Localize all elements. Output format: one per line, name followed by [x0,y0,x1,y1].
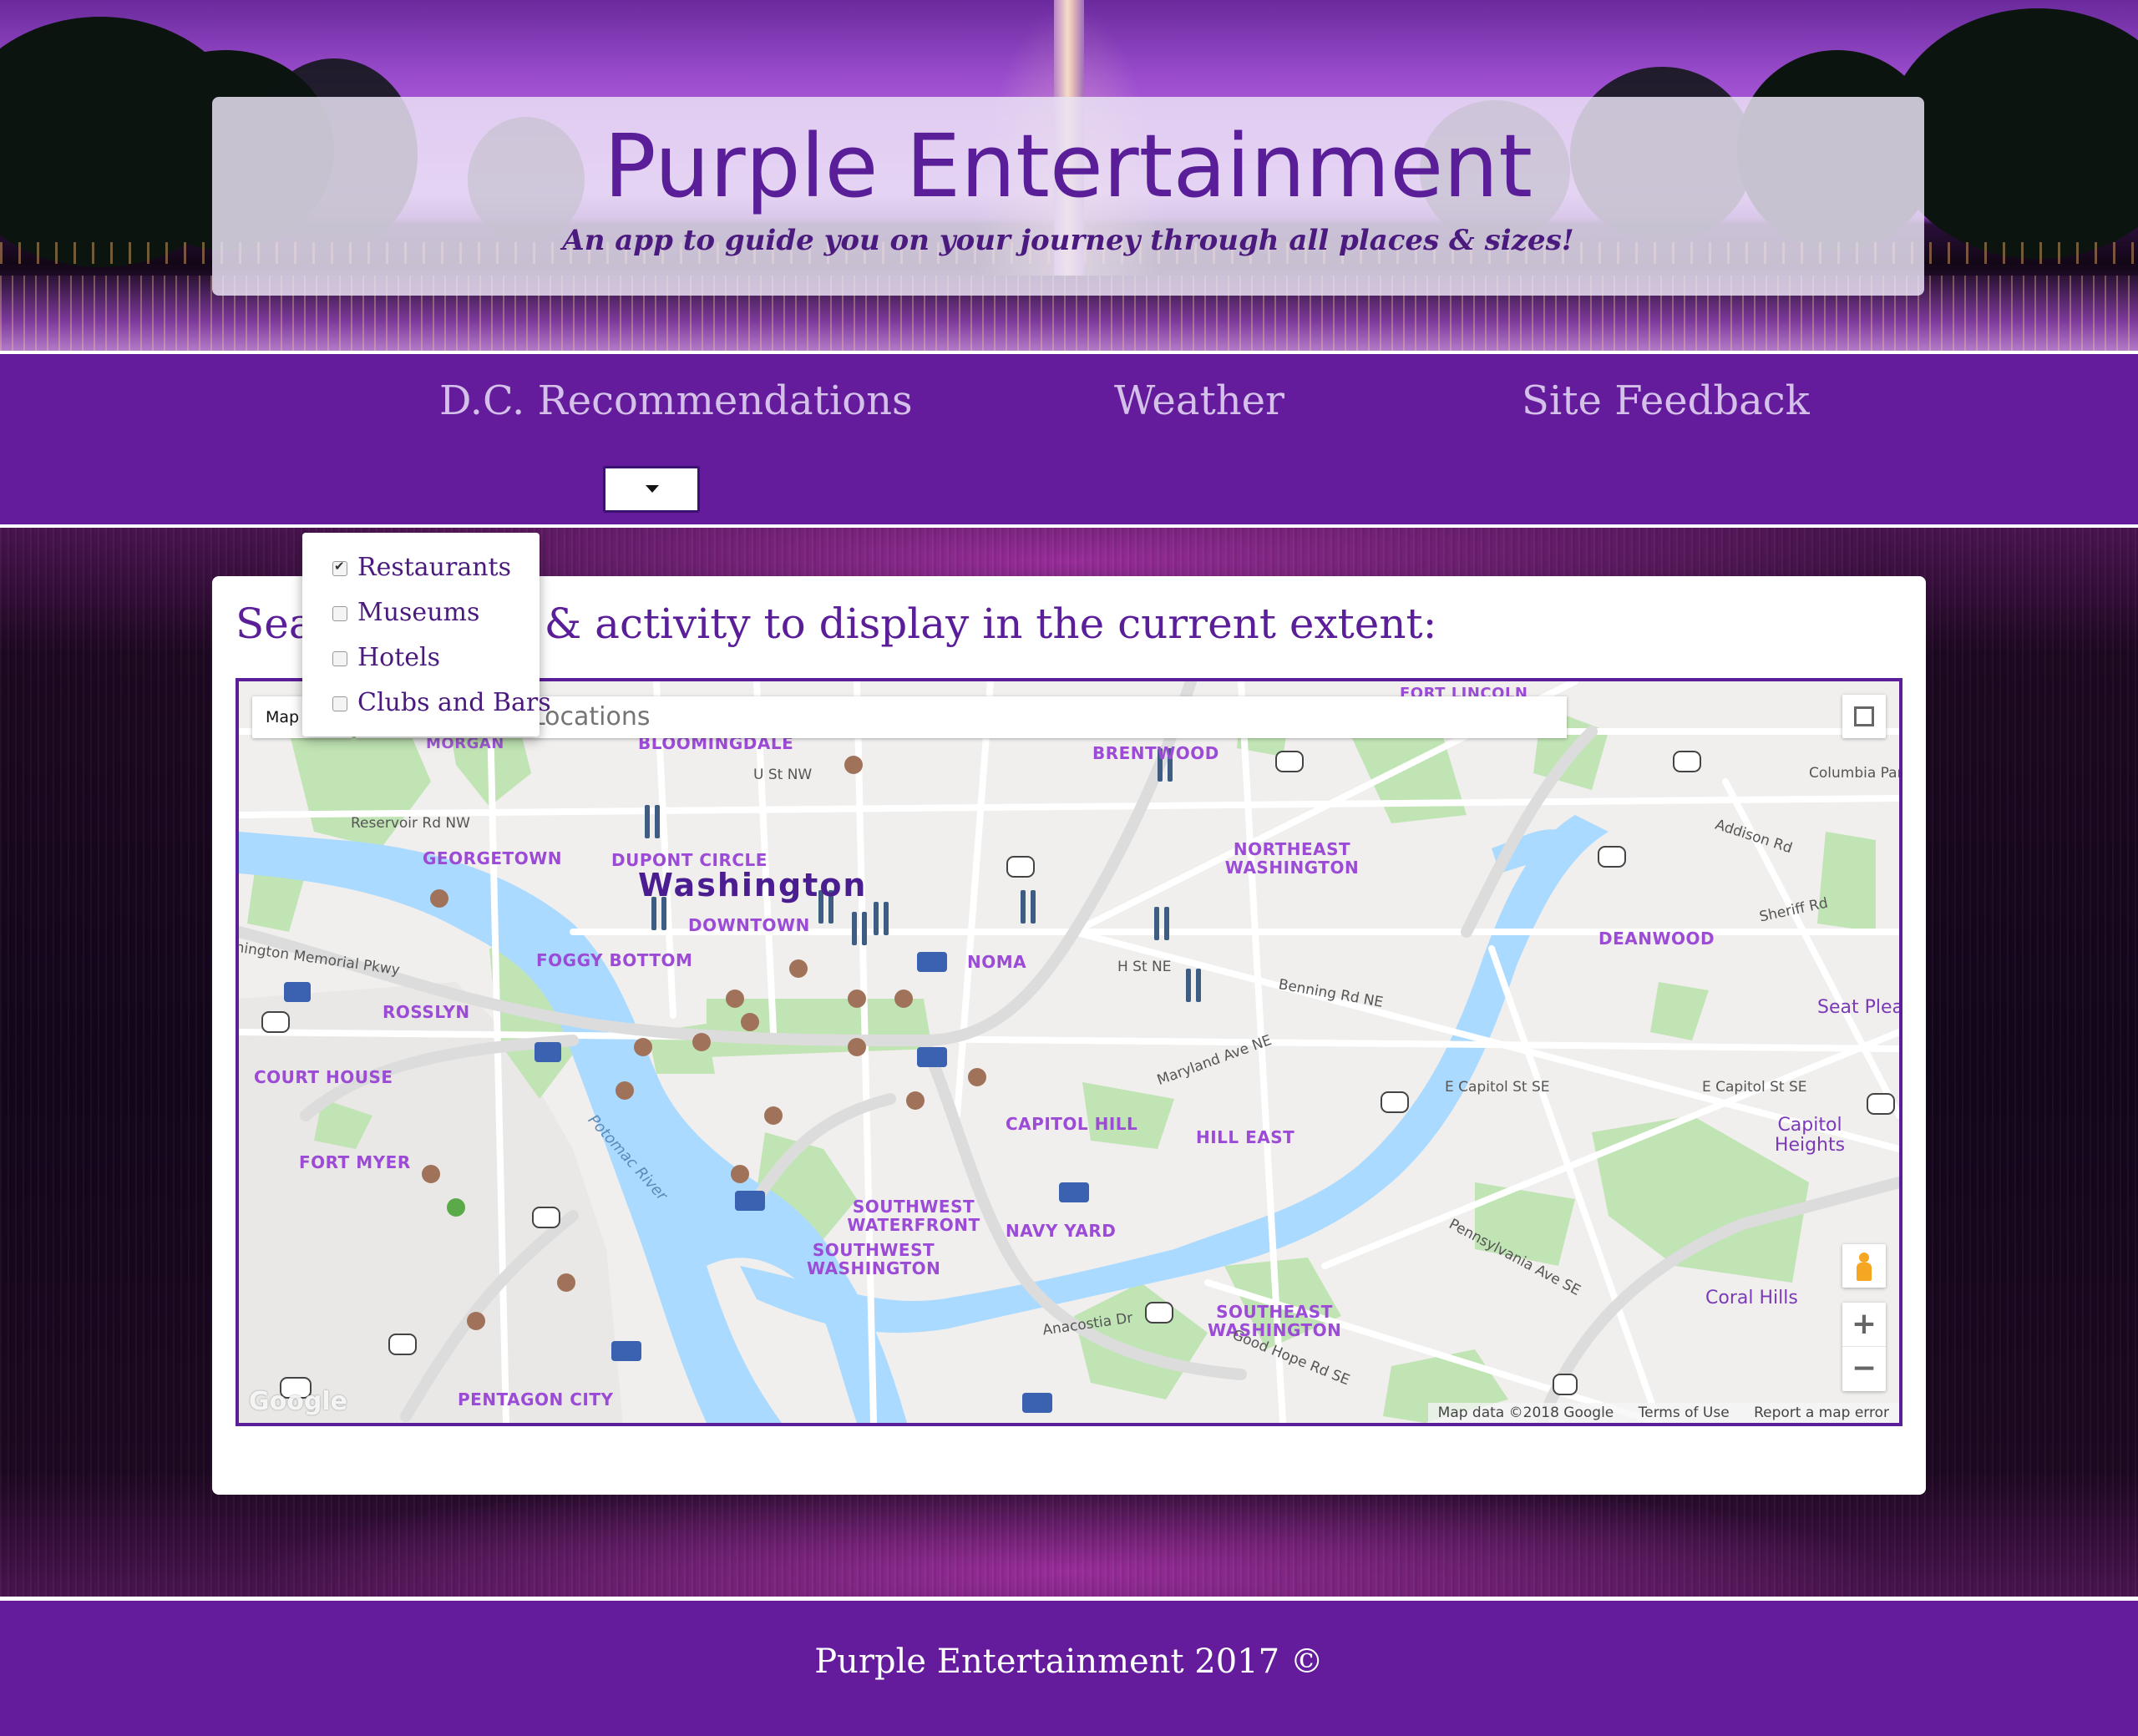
map-label: HILL EAST [1196,1127,1295,1147]
checkbox-restaurants[interactable] [332,559,347,576]
street-label: H St NE [1117,959,1172,975]
map-label: BRENTWOOD [1092,743,1219,763]
street-label: E Capitol St SE [1445,1079,1550,1096]
map-city-label: Washington [638,867,868,903]
map-label: SOUTHWEST WATERFRONT [847,1197,980,1235]
hero-banner: Purple Entertainment An app to guide you… [0,0,2138,351]
map-label: Coral Hills [1705,1288,1798,1308]
map-label: PENTAGON CITY [458,1389,614,1410]
terms-of-use-link[interactable]: Terms of Use [1639,1404,1730,1421]
category-dropdown-button[interactable] [603,466,700,513]
category-dropdown-menu: Restaurants Museums Hotels Clubs and Bar… [302,533,551,736]
fullscreen-icon[interactable] [1842,695,1886,738]
map-attribution-text: Map data ©2018 Google [1437,1404,1614,1421]
street-label: Reservoir Rd NW [351,815,470,832]
map-label: SOUTHWEST WASHINGTON [807,1240,941,1278]
map-label: NOMA [967,952,1027,972]
street-view-pegman-icon[interactable] [1842,1244,1886,1288]
map-label: ROSSLYN [383,1002,470,1022]
map-label: COURT HOUSE [254,1067,393,1087]
nav-link-site-feedback[interactable]: Site Feedback [1522,377,1810,424]
map-label: DEANWOOD [1598,929,1715,949]
checkbox-museums[interactable] [332,606,347,621]
site-subtitle: An app to guide you on your journey thro… [562,224,1574,257]
map-label: DOWNTOWN [688,915,810,935]
map-label: Capitol Heights [1774,1115,1846,1156]
street-label: U St NW [753,767,813,783]
map-label: FORT MYER [299,1152,411,1172]
google-map[interactable]: BLOOMINGDALE BRENTWOOD FORT LINCOLN MORG… [236,678,1902,1426]
site-title: Purple Entertainment [604,115,1533,217]
google-logo: Google [249,1387,347,1416]
main-nav: D.C. Recommendations Weather Site Feedba… [0,351,2138,528]
checkbox-hotels[interactable] [332,651,347,666]
map-label: Seat Pleas [1817,997,1902,1018]
map-label: FOGGY BOTTOM [536,950,693,970]
street-label: E Capitol St SE [1702,1079,1807,1096]
search-heading-right: n & activity to display in the current e… [504,600,1437,648]
checkbox-clubs-and-bars[interactable] [332,696,347,711]
map-label: CAPITOL HILL [1006,1114,1138,1134]
map-label: NORTHEAST WASHINGTON [1224,839,1360,878]
zoom-control: + − [1842,1303,1886,1391]
zoom-out-button[interactable]: − [1842,1347,1886,1390]
nav-link-recommendations[interactable]: D.C. Recommendations [439,377,913,424]
map-attribution: Map data ©2018 Google Terms of Use Repor… [1427,1403,1899,1423]
map-label: GEORGETOWN [423,848,563,868]
map-label: NAVY YARD [1006,1221,1117,1241]
report-map-error-link[interactable]: Report a map error [1754,1404,1889,1421]
page-footer: Purple Entertainment 2017 © [0,1597,2138,1736]
zoom-in-button[interactable]: + [1842,1303,1886,1347]
map-label: SOUTHEAST WASHINGTON [1208,1302,1342,1340]
footer-text: Purple Entertainment 2017 © [814,1642,1324,1681]
street-label: Columbia Park [1809,765,1902,782]
caret-down-icon [646,485,659,493]
nav-link-weather[interactable]: Weather [1114,377,1284,424]
title-card: Purple Entertainment An app to guide you… [212,97,1924,296]
map-canvas[interactable] [239,681,1899,1423]
